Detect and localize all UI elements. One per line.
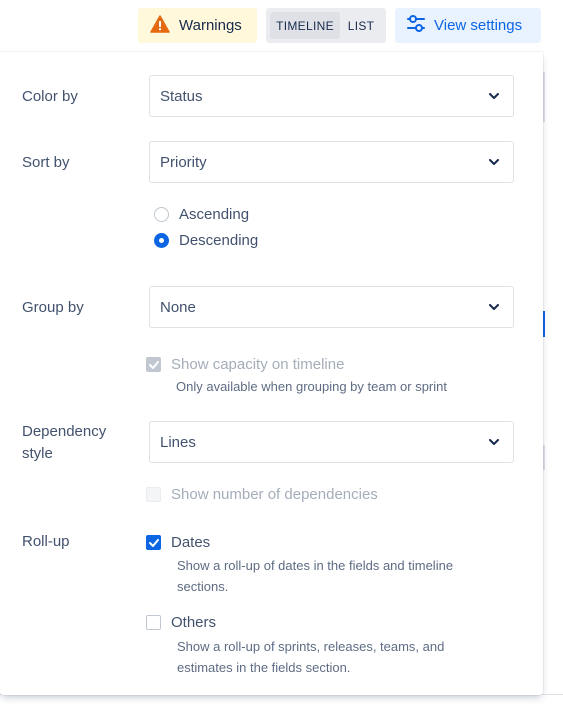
chevron-down-icon — [489, 158, 499, 166]
chevron-down-icon — [489, 303, 499, 311]
roll-up-dates-help: Show a roll-up of dates in the fields an… — [177, 558, 454, 573]
sort-by-value: Priority — [160, 153, 207, 171]
roll-up-label: Roll-up — [22, 533, 70, 550]
roll-up-others-option[interactable]: Others — [146, 614, 216, 631]
color-by-label: Color by — [22, 88, 78, 105]
background-edge — [543, 445, 545, 470]
show-capacity-help: Only available when grouping by team or … — [176, 379, 447, 394]
tab-timeline[interactable]: TIMELINE — [270, 12, 340, 39]
sort-by-select[interactable]: Priority — [149, 141, 514, 183]
chevron-down-icon — [489, 438, 499, 446]
sort-descending-label: Descending — [179, 232, 259, 249]
checkbox[interactable] — [146, 487, 161, 502]
checkbox[interactable] — [146, 535, 161, 550]
show-capacity-label: Show capacity on timeline — [171, 356, 345, 373]
color-by-select[interactable]: Status — [149, 75, 514, 117]
group-by-select[interactable]: None — [149, 286, 514, 328]
sliders-icon — [406, 14, 426, 37]
view-settings-button[interactable]: View settings — [395, 8, 541, 43]
show-capacity-option[interactable]: Show capacity on timeline — [146, 356, 344, 373]
tab-list[interactable]: LIST — [340, 12, 382, 39]
radio-button[interactable] — [154, 207, 169, 222]
roll-up-others-help: Show a roll-up of sprints, releases, tea… — [177, 639, 445, 654]
dependency-style-select[interactable]: Lines — [149, 421, 514, 463]
radio-button[interactable] — [154, 233, 169, 248]
dependency-style-label-line2: style — [22, 445, 53, 462]
warnings-button[interactable]: Warnings — [138, 8, 257, 43]
checkbox[interactable] — [146, 615, 161, 630]
view-settings-panel: Color by Status Sort by Priority Ascendi… — [0, 52, 543, 695]
dependency-style-label-line1: Dependency — [22, 423, 107, 440]
show-dependency-count-option[interactable]: Show number of dependencies — [146, 486, 378, 503]
roll-up-others-help: estimates in the fields section. — [177, 660, 351, 675]
sort-by-label: Sort by — [22, 154, 70, 171]
show-dependency-count-label: Show number of dependencies — [171, 486, 378, 503]
warning-icon — [150, 14, 170, 37]
view-mode-toggle: TIMELINE LIST — [266, 8, 386, 43]
color-by-value: Status — [160, 87, 203, 105]
sort-ascending-option[interactable]: Ascending — [154, 206, 249, 223]
chevron-down-icon — [489, 92, 499, 100]
roll-up-dates-label: Dates — [171, 534, 211, 551]
roll-up-others-label: Others — [171, 614, 217, 631]
sort-ascending-label: Ascending — [179, 206, 250, 223]
roll-up-dates-option[interactable]: Dates — [146, 534, 210, 551]
view-settings-label: View settings — [434, 17, 523, 34]
background-edge — [543, 72, 545, 122]
roll-up-dates-help: sections. — [177, 579, 229, 594]
checkbox[interactable] — [146, 357, 161, 372]
group-by-value: None — [160, 298, 196, 316]
timeline-view: Warnings TIMELINE LIST View settings Col… — [0, 0, 563, 723]
dependency-style-value: Lines — [160, 433, 196, 451]
warnings-label: Warnings — [179, 17, 242, 34]
group-by-label: Group by — [22, 299, 84, 316]
sort-descending-option[interactable]: Descending — [154, 232, 258, 249]
